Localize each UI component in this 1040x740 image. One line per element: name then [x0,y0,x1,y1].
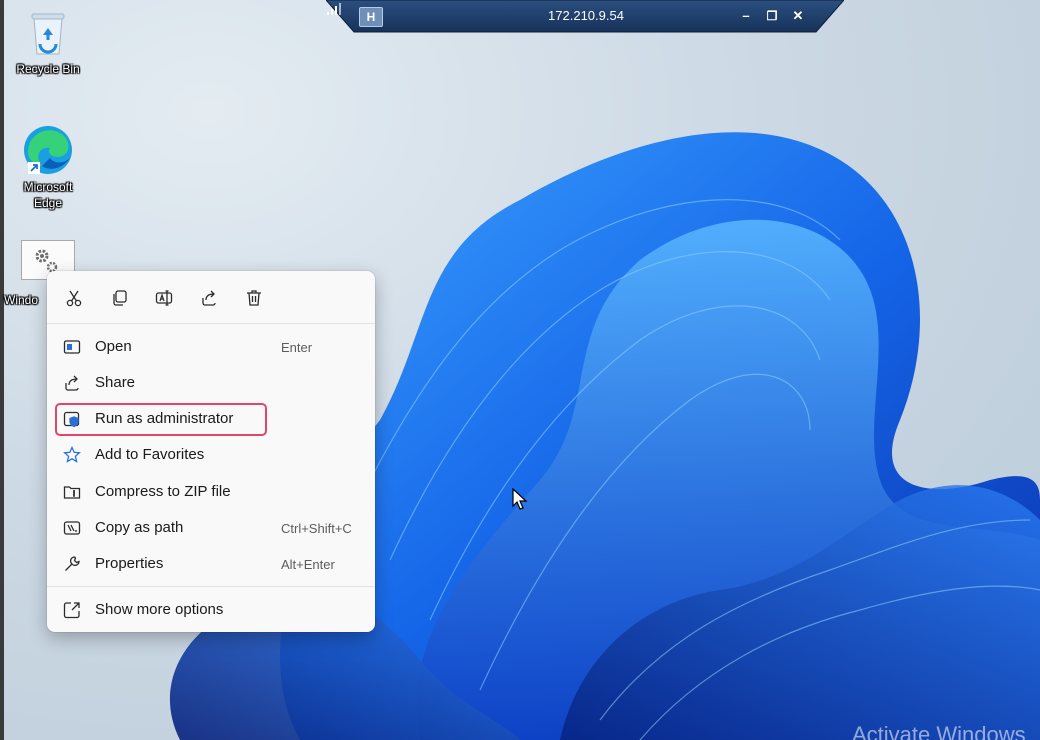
rename-icon [155,290,173,306]
context-menu-quick-actions [47,271,375,323]
restore-button[interactable]: ❐ [762,6,782,26]
zip-icon [63,483,81,501]
activate-windows-watermark: Activate Windows [852,722,1026,740]
menu-item-show-more-options[interactable]: Show more options [55,593,367,627]
delete-button[interactable] [241,285,267,311]
menu-item-label: Properties [95,555,164,572]
desktop[interactable]: Recycle Bin Microsoft Edge Windo H 172.2… [0,0,1040,740]
minimize-button[interactable]: – [736,6,756,26]
more-options-icon [63,601,81,619]
remote-desktop-connection-bar[interactable]: H 172.210.9.54 – ❐ ✕ [326,0,844,34]
open-window-icon [63,338,81,356]
menu-item-shortcut: Ctrl+Shift+C [281,521,352,536]
star-icon [63,446,81,464]
copy-button[interactable] [106,285,132,311]
rdp-host-address: 172.210.9.54 [548,8,624,23]
menu-item-label: Show more options [95,601,224,618]
connection-quality-icon [327,3,341,15]
rename-button[interactable] [151,285,177,311]
share-icon [202,290,216,306]
window-border [0,0,4,740]
share-icon [63,374,81,392]
copy-path-icon [63,519,81,537]
menu-item-label: Copy as path [95,519,184,536]
share-button[interactable] [196,285,222,311]
trash-icon [247,290,261,306]
annotation-highlight-box [55,403,267,436]
desktop-icon-label: Microsoft Edge [23,180,73,210]
menu-separator [47,586,375,587]
cut-button[interactable] [61,285,87,311]
copy-icon [113,290,127,306]
menu-item-copy-as-path[interactable]: Copy as path Ctrl+Shift+C [55,511,367,545]
close-button[interactable]: ✕ [788,6,808,26]
desktop-icon-label: Recycle Bin [16,62,80,76]
menu-item-label: Share [95,374,136,391]
menu-item-properties[interactable]: Properties Alt+Enter [55,547,367,581]
menu-item-add-to-favorites[interactable]: Add to Favorites [55,438,367,472]
menu-item-shortcut: Alt+Enter [281,557,335,572]
menu-item-open[interactable]: Open Enter [55,330,367,364]
desktop-icon-recycle-bin[interactable]: Recycle Bin [8,10,88,77]
context-menu: Open Enter Share Run as administrator Ad… [47,271,375,632]
pin-button[interactable]: H [359,7,383,27]
menu-item-label: Open [95,338,132,355]
desktop-icon-edge[interactable]: Microsoft Edge [8,122,88,215]
edge-icon [24,126,72,174]
menu-separator [47,323,375,324]
menu-item-label: Add to Favorites [95,446,205,463]
menu-item-shortcut: Enter [281,340,313,355]
scissors-icon [66,290,82,307]
mouse-cursor-icon [512,488,528,510]
menu-item-share[interactable]: Share [55,366,367,400]
recycle-bin-icon [31,13,65,55]
menu-item-compress-zip[interactable]: Compress to ZIP file [55,475,367,509]
wrench-icon [63,555,81,573]
menu-item-label: Compress to ZIP file [95,483,231,500]
